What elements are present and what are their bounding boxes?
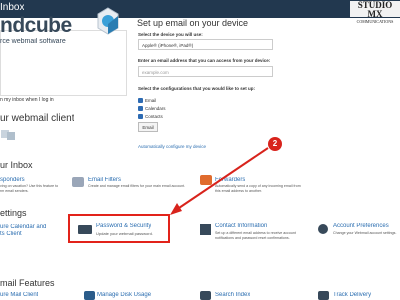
- checkbox-email[interactable]: Email: [138, 98, 156, 103]
- page-title: Inbox: [0, 2, 25, 13]
- calendar-title-line-2: ts Client: [0, 231, 22, 237]
- device-label: Select the device you will use:: [138, 32, 203, 37]
- email-filters-link[interactable]: Email Filters: [88, 177, 121, 183]
- track-delivery-link[interactable]: Track Delivery: [333, 292, 371, 298]
- inbox-heading: ur Inbox: [0, 160, 33, 170]
- manage-disk-usage-link[interactable]: Manage Disk Usage: [97, 292, 151, 298]
- password-icon[interactable]: [78, 225, 92, 234]
- disk-usage-icon[interactable]: [84, 291, 95, 300]
- auto-configure-link[interactable]: Automatically configure my device: [138, 144, 206, 149]
- checkbox-calendars[interactable]: Calendars: [138, 106, 166, 111]
- setup-title: Set up email on your device: [137, 18, 249, 28]
- webmail-client-icon[interactable]: [0, 129, 16, 141]
- account-preferences-link[interactable]: Account Preferences: [333, 223, 389, 229]
- email-features-heading: mail Features: [0, 278, 55, 288]
- checkbox-icon[interactable]: [138, 114, 143, 119]
- search-index-link[interactable]: Search Index: [215, 292, 250, 298]
- contact-info-desc: Set up a different email address to rece…: [215, 231, 296, 240]
- calendar-title-line-1: ure Calendar and: [0, 224, 47, 230]
- checkbox-icon[interactable]: [138, 98, 143, 103]
- remember-label[interactable]: n my inbox when I log in: [0, 97, 54, 103]
- webmail-heading: ur webmail client: [0, 113, 75, 124]
- autoresponders-link[interactable]: sponders: [0, 177, 25, 183]
- configure-mail-client-link[interactable]: ure Mail Client: [0, 292, 38, 298]
- email-input[interactable]: example.com: [138, 66, 273, 77]
- password-security-desc: Update your webmail password.: [96, 231, 153, 236]
- email-filters-icon[interactable]: [72, 177, 84, 187]
- config-label: Select the configurations that you would…: [138, 86, 256, 91]
- settings-heading: ettings: [0, 208, 27, 218]
- calendar-client-link[interactable]: ure Calendar and ts Client: [0, 224, 46, 238]
- studio-logo: STUDIO MX COMMUNICATIONS: [350, 0, 400, 24]
- roundcube-logo-icon: [97, 7, 119, 35]
- logo-main: STUDIO MX: [357, 0, 393, 19]
- email-label: Enter an email address that you can acce…: [138, 58, 271, 63]
- checkbox-icon[interactable]: [138, 106, 143, 111]
- autoresponders-desc: ving on vacation? Use this feature to rm…: [0, 184, 59, 193]
- webmail-subtitle: rce webmail software: [0, 38, 66, 45]
- contact-info-icon[interactable]: [200, 224, 211, 235]
- contact-info-link[interactable]: Contact Information: [215, 223, 267, 229]
- device-select[interactable]: Apple® (iPhone®, iPad®): [138, 39, 273, 50]
- email-button[interactable]: Email: [138, 122, 158, 132]
- logo-sub: COMMUNICATIONS: [356, 19, 394, 24]
- account-preferences-icon[interactable]: [318, 224, 328, 234]
- forwarders-desc: Automatically send a copy of any incomin…: [215, 184, 301, 193]
- checkbox-contacts[interactable]: Contacts: [138, 114, 163, 119]
- search-index-icon[interactable]: [200, 291, 211, 300]
- step-badge: 2: [268, 137, 282, 151]
- account-preferences-desc: Change your Webmail account settings.: [333, 231, 397, 235]
- forwarders-link[interactable]: Forwarders: [215, 177, 245, 183]
- forwarders-icon[interactable]: [200, 175, 212, 185]
- webmail-brand: ndcube: [0, 14, 72, 37]
- password-security-link[interactable]: Password & Security: [96, 223, 151, 229]
- track-delivery-icon[interactable]: [318, 291, 329, 300]
- email-filters-desc: Create and manage email filters for your…: [88, 184, 186, 188]
